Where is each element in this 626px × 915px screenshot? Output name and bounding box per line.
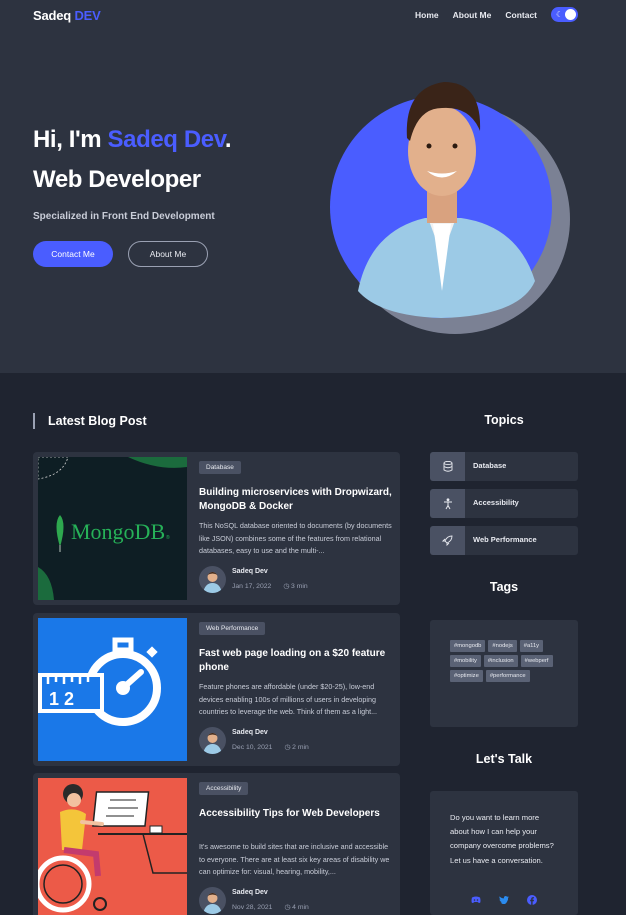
read-time: 3 min	[291, 583, 308, 590]
hero-greeting: Hi, I'm Sadeq Dev.	[33, 126, 232, 154]
post-category-badge[interactable]: Web Performance	[199, 622, 266, 635]
post-category-badge[interactable]: Database	[199, 461, 241, 474]
nav-links: Home About Me Contact	[415, 10, 537, 20]
lets-talk-title: Let's Talk	[475, 752, 533, 766]
tags-title: Tags	[489, 580, 519, 594]
topic-accessibility[interactable]: Accessibility	[430, 489, 578, 518]
stopwatch-ruler-art: 1 2	[38, 637, 161, 726]
tag-mongodb[interactable]: #mongodb	[450, 640, 486, 652]
moon-icon: ☾	[556, 10, 564, 19]
post-title[interactable]: Accessibility Tips for Web Developers	[199, 807, 394, 821]
hero-name: Sadeq Dev	[107, 126, 226, 153]
post-title[interactable]: Building microservices with Dropwizard, …	[199, 486, 394, 514]
mongodb-wordmark: MongoDB	[71, 519, 165, 544]
author-avatar	[199, 887, 226, 914]
hero-role: Web Developer	[33, 166, 201, 193]
mongodb-thumbnail-art: MongoDB ®	[38, 457, 187, 600]
ruler-label: 1 2	[49, 689, 74, 709]
database-icon	[430, 452, 465, 481]
post-meta: Nov 28, 2021 ◷ 4 min	[232, 903, 309, 911]
greeting-prefix: Hi, I'm	[33, 126, 102, 153]
post-title[interactable]: Fast web page loading on a $20 feature p…	[199, 647, 394, 675]
accessibility-icon	[430, 489, 465, 518]
discord-icon[interactable]	[471, 895, 481, 905]
tags-panel: #mongodb #nodejs #a11y #mobility #inclus…	[430, 620, 578, 727]
topic-label: Accessibility	[473, 498, 519, 507]
latest-blog-title: Latest Blog Post	[33, 413, 147, 429]
author-avatar	[199, 566, 226, 593]
topic-database[interactable]: Database	[430, 452, 578, 481]
tag-a11y[interactable]: #a11y	[519, 640, 544, 652]
post-date: Dec 10, 2021	[232, 744, 273, 751]
tag-performance[interactable]: #performance	[485, 670, 530, 682]
nav-link-contact[interactable]: Contact	[505, 10, 537, 20]
theme-toggle[interactable]: ☾	[551, 7, 578, 22]
read-time: 2 min	[292, 744, 309, 751]
logo-accent: DEV	[74, 8, 101, 23]
tag-inclusion[interactable]: #inclusion	[483, 655, 518, 667]
author-name: Sadeq Dev	[232, 568, 268, 575]
site-logo[interactable]: Sadeq DEV	[33, 8, 101, 23]
author-avatar	[199, 727, 226, 754]
clock-icon: ◷	[283, 583, 290, 590]
post-date: Jan 17, 2022	[232, 583, 272, 590]
about-me-button[interactable]: About Me	[128, 241, 208, 267]
facebook-icon[interactable]	[527, 895, 537, 905]
nav-link-home[interactable]: Home	[415, 10, 439, 20]
clock-icon: ◷	[284, 904, 291, 911]
rocket-icon	[430, 526, 465, 555]
author-name: Sadeq Dev	[232, 729, 268, 736]
lets-talk-panel: Do you want to learn more about how I ca…	[430, 791, 578, 915]
greeting-suffix: .	[224, 126, 232, 153]
post-category-badge[interactable]: Accessibility	[199, 782, 249, 795]
blog-card[interactable]: Accessibility Accessibility Tips for Web…	[33, 773, 400, 915]
nav-link-about[interactable]: About Me	[453, 10, 492, 20]
post-date: Nov 28, 2021	[232, 904, 273, 911]
post-meta: Jan 17, 2022 ◷ 3 min	[232, 582, 308, 590]
blog-card[interactable]: 1 2 Web Performance Fast web page loadin…	[33, 613, 400, 766]
topic-label: Web Performance	[473, 535, 537, 544]
blog-card[interactable]: MongoDB ® Database Building microservice…	[33, 452, 400, 605]
tag-optimize[interactable]: #optimize	[450, 670, 483, 682]
contact-me-button[interactable]: Contact Me	[33, 241, 113, 267]
social-links	[471, 895, 537, 905]
mongodb-trademark: ®	[166, 534, 170, 541]
tag-mobility[interactable]: #mobility	[450, 655, 481, 667]
topic-web-performance[interactable]: Web Performance	[430, 526, 578, 555]
post-thumbnail-mongodb: MongoDB ®	[38, 457, 187, 600]
hero-subtitle: Specialized in Front End Development	[33, 211, 215, 222]
tag-nodejs[interactable]: #nodejs	[488, 640, 517, 652]
post-thumbnail-accessibility	[38, 778, 187, 915]
logo-main: Sadeq	[33, 8, 72, 23]
read-time: 4 min	[292, 904, 309, 911]
hero-portrait	[330, 82, 570, 334]
tag-webperf[interactable]: #webperf	[520, 655, 553, 667]
post-meta: Dec 10, 2021 ◷ 2 min	[232, 743, 309, 751]
navbar: Sadeq DEV Home About Me Contact ☾	[0, 0, 626, 30]
post-excerpt: Feature phones are affordable (under $20…	[199, 682, 378, 716]
tag-list: #mongodb #nodejs #a11y #mobility #inclus…	[450, 640, 560, 682]
author-name: Sadeq Dev	[232, 889, 268, 896]
lets-talk-text: Do you want to learn more about how I ca…	[450, 813, 554, 865]
topics-title: Topics	[484, 413, 524, 427]
post-thumbnail-stopwatch: 1 2	[38, 618, 187, 761]
wheelchair-user-art	[38, 784, 187, 913]
topic-label: Database	[473, 461, 507, 470]
hero-section: Sadeq DEV Home About Me Contact ☾ Hi, I'…	[0, 0, 626, 373]
toggle-knob	[565, 9, 576, 20]
twitter-icon[interactable]	[499, 895, 509, 905]
post-excerpt: This NoSQL database oriented to document…	[199, 521, 392, 555]
clock-icon: ◷	[284, 744, 291, 751]
post-excerpt: It's awesome to build sites that are inc…	[199, 842, 390, 876]
